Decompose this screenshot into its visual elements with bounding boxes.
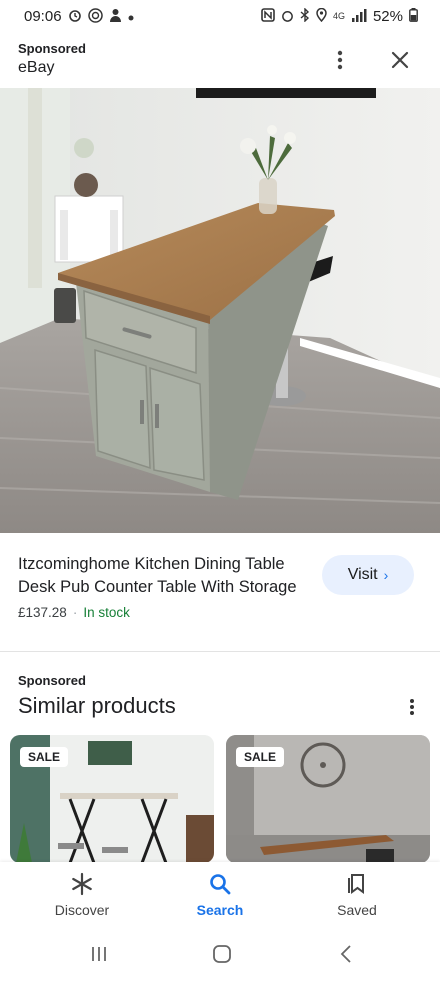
sale-badge: SALE bbox=[20, 747, 69, 767]
back-button[interactable] bbox=[332, 942, 360, 966]
similar-more-options-button[interactable] bbox=[398, 693, 426, 721]
status-right: 4G 52% bbox=[261, 7, 418, 25]
visit-label: Visit bbox=[347, 566, 378, 583]
separator-dot: · bbox=[72, 605, 78, 620]
battery-icon bbox=[409, 8, 418, 24]
more-vertical-icon bbox=[410, 699, 414, 715]
advertiser-name[interactable]: eBay bbox=[18, 59, 54, 77]
chevron-right-icon: › bbox=[383, 567, 389, 583]
status-bar: 09:06 4G 52% bbox=[0, 0, 440, 32]
section-divider bbox=[0, 651, 440, 652]
similar-products-heading: Similar products bbox=[18, 693, 176, 718]
nav-search[interactable]: Search bbox=[170, 870, 270, 922]
sale-badge: SALE bbox=[236, 747, 285, 767]
battery-percent: 52% bbox=[372, 7, 403, 25]
close-icon bbox=[391, 51, 409, 69]
nav-discover[interactable]: Discover bbox=[32, 870, 132, 922]
search-icon bbox=[208, 870, 232, 898]
similar-sponsored-label: Sponsored bbox=[18, 673, 86, 688]
clock: 09:06 bbox=[24, 7, 62, 25]
home-icon bbox=[213, 945, 231, 963]
status-left: 09:06 bbox=[24, 8, 134, 25]
wifi-calling-icon bbox=[87, 7, 103, 25]
alarm-icon bbox=[68, 8, 82, 24]
nav-saved-label: Saved bbox=[337, 902, 377, 918]
notification-app-icon bbox=[109, 8, 122, 25]
bottom-navigation: Discover Search Saved bbox=[0, 862, 440, 926]
product-price: £137.28 bbox=[18, 605, 67, 620]
product-image[interactable] bbox=[0, 88, 440, 533]
similar-product-card[interactable]: SALE bbox=[10, 735, 214, 863]
bluetooth-icon bbox=[300, 7, 310, 24]
alarm-small-icon bbox=[281, 9, 294, 24]
ad-more-options-button[interactable] bbox=[326, 46, 354, 74]
signal-icon bbox=[351, 8, 367, 24]
nav-search-label: Search bbox=[196, 902, 244, 918]
visit-button[interactable]: Visit › bbox=[322, 555, 414, 595]
network-type-label: 4G bbox=[332, 10, 345, 21]
nav-saved[interactable]: Saved bbox=[307, 870, 407, 922]
location-icon bbox=[316, 7, 327, 24]
kitchen-table-photo bbox=[0, 88, 440, 533]
recent-apps-button[interactable] bbox=[85, 942, 113, 966]
system-navigation-bar bbox=[0, 926, 440, 982]
more-notifications-dot-icon bbox=[128, 10, 134, 23]
nav-discover-label: Discover bbox=[54, 902, 110, 918]
similar-product-card[interactable]: SALE bbox=[226, 735, 430, 863]
home-button[interactable] bbox=[208, 942, 236, 966]
asterisk-icon bbox=[70, 870, 94, 898]
product-title[interactable]: Itzcominghome Kitchen Dining Table Desk … bbox=[18, 553, 313, 599]
ad-header: Sponsored eBay bbox=[0, 32, 440, 88]
more-vertical-icon bbox=[337, 50, 343, 70]
stock-status: In stock bbox=[83, 605, 130, 620]
price-row: £137.28 · In stock bbox=[18, 605, 130, 620]
close-button[interactable] bbox=[386, 46, 414, 74]
bookmark-icon bbox=[345, 870, 369, 898]
recent-apps-icon bbox=[92, 947, 106, 961]
nfc-icon bbox=[261, 8, 275, 24]
sponsored-label: Sponsored bbox=[18, 41, 86, 56]
back-icon bbox=[340, 945, 351, 963]
